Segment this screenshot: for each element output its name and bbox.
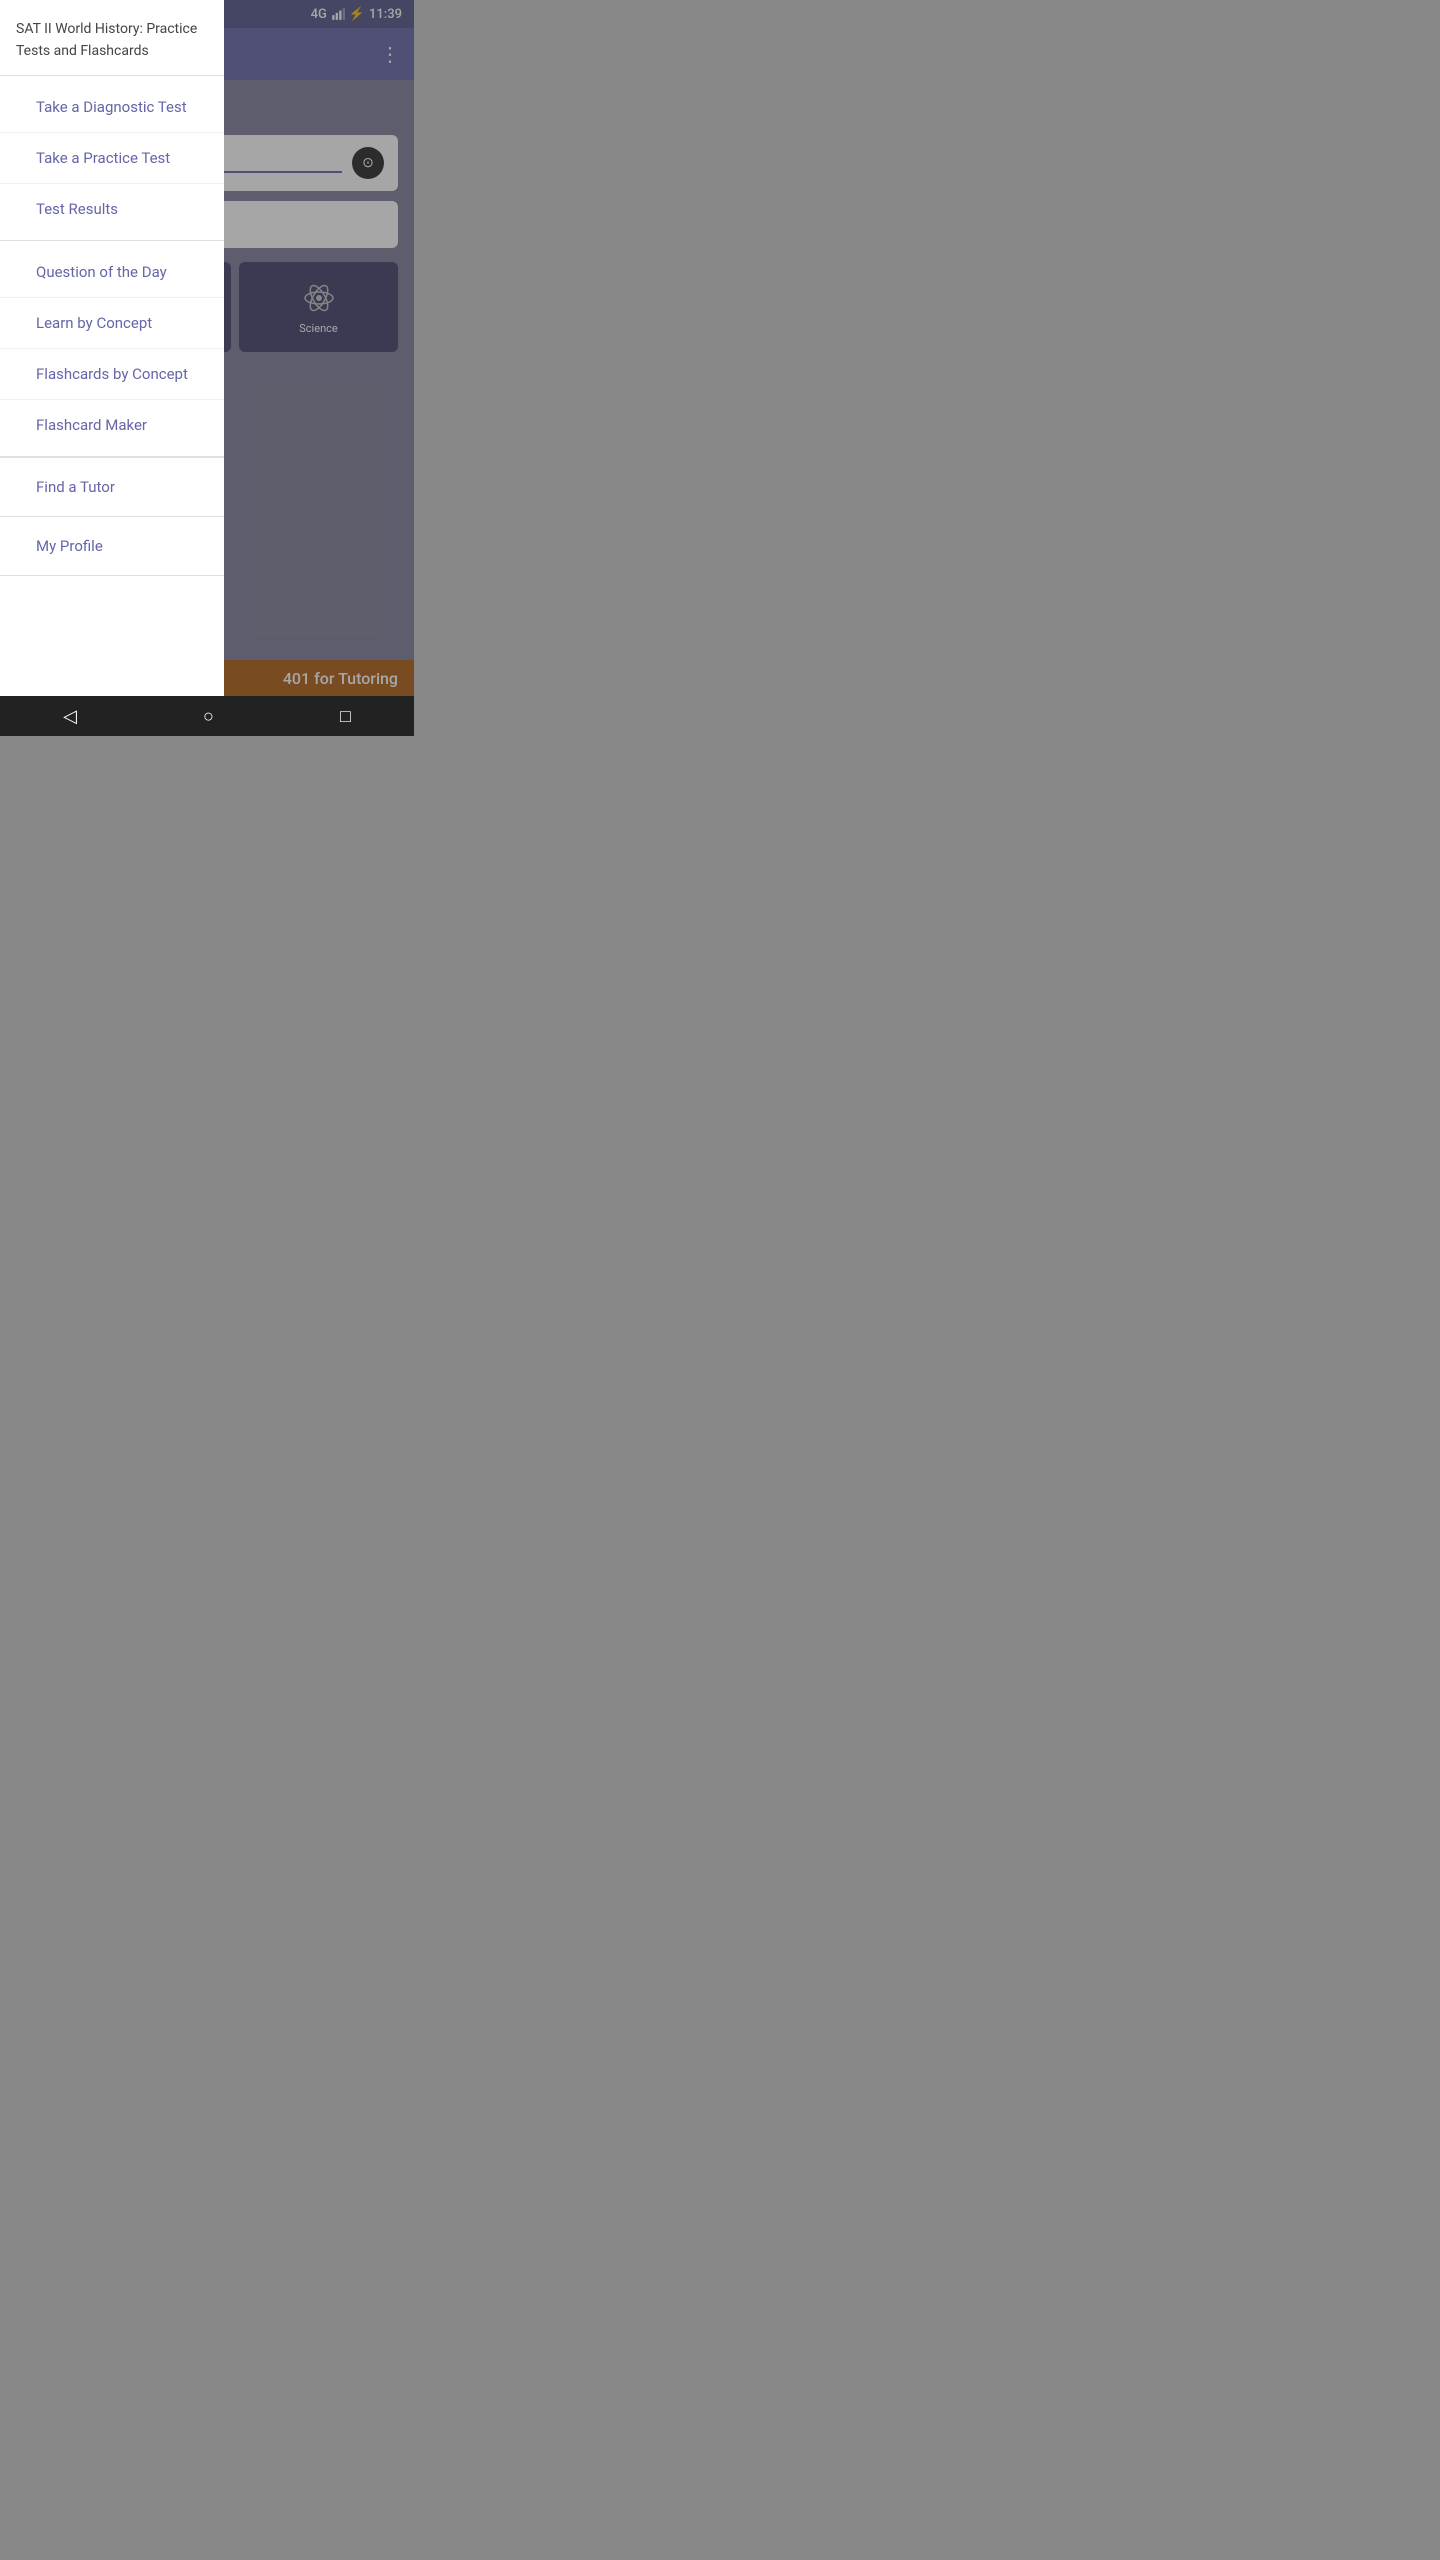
drawer-overlay: SAT II World History: Practice Tests and… <box>0 0 414 736</box>
drawer-item-my-profile[interactable]: My Profile <box>0 517 224 575</box>
drawer-item-flashcard-maker[interactable]: Flashcard Maker <box>0 400 224 450</box>
drawer-header-text: SAT II World History: Practice Tests and… <box>16 21 197 59</box>
drawer-item-flashcards[interactable]: Flashcards by Concept <box>0 349 224 400</box>
drawer-item-practice[interactable]: Take a Practice Test <box>0 133 224 184</box>
drawer-item-find-tutor[interactable]: Find a Tutor <box>0 458 224 516</box>
drawer-find-tutor-section: Find a Tutor <box>0 457 224 517</box>
android-nav-bar: ◁ ○ □ <box>0 696 414 736</box>
drawer-section-1: Take a Diagnostic Test Take a Practice T… <box>0 76 224 241</box>
drawer-spacer <box>0 576 224 696</box>
drawer-item-diagnostic[interactable]: Take a Diagnostic Test <box>0 82 224 133</box>
drawer-header: SAT II World History: Practice Tests and… <box>0 0 224 76</box>
navigation-drawer: SAT II World History: Practice Tests and… <box>0 0 224 736</box>
drawer-dim-overlay[interactable] <box>224 0 414 736</box>
drawer-item-qotd[interactable]: Question of the Day <box>0 247 224 298</box>
nav-home-button[interactable]: ○ <box>203 706 214 727</box>
drawer-item-learn[interactable]: Learn by Concept <box>0 298 224 349</box>
nav-recent-button[interactable]: □ <box>340 706 351 727</box>
drawer-my-profile-section: My Profile <box>0 517 224 576</box>
drawer-item-results[interactable]: Test Results <box>0 184 224 234</box>
nav-back-button[interactable]: ◁ <box>63 706 77 727</box>
drawer-section-2: Question of the Day Learn by Concept Fla… <box>0 241 224 457</box>
